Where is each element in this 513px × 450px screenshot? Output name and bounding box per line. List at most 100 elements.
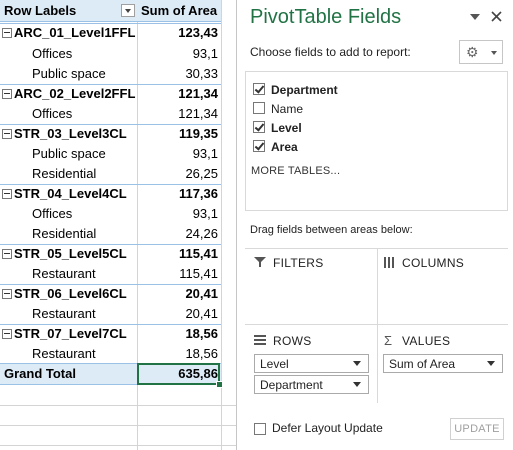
rows-icon: [254, 335, 266, 345]
sum-of-area-header[interactable]: Sum of Area: [141, 0, 217, 22]
group-label: ARC_02_Level2FFL: [14, 86, 136, 101]
item-label: Offices: [32, 206, 73, 221]
row-gridline: [0, 405, 236, 406]
pivot-item-row[interactable]: Offices 121,34: [0, 104, 221, 124]
group-total[interactable]: 20,41: [137, 285, 218, 305]
pivot-item-row[interactable]: Offices 93,1: [0, 204, 221, 224]
group-total[interactable]: 18,56: [137, 325, 218, 345]
pivot-item-row[interactable]: Restaurant 20,41: [0, 304, 221, 324]
chevron-down-icon: [491, 51, 497, 55]
item-label: Offices: [32, 46, 73, 61]
collapse-minus-icon[interactable]: [2, 128, 12, 139]
item-value[interactable]: 26,25: [137, 164, 218, 184]
pivot-item-row[interactable]: Residential 24,26: [0, 224, 221, 244]
group-total[interactable]: 119,35: [137, 125, 218, 145]
grand-total-label: Grand Total: [4, 366, 76, 381]
field-checkbox[interactable]: [253, 140, 265, 152]
grand-total-row[interactable]: Grand Total 635,86: [0, 363, 223, 388]
item-label: Offices: [32, 106, 73, 121]
item-value[interactable]: 93,1: [137, 144, 218, 164]
item-label: Restaurant: [32, 266, 96, 281]
pivot-item-row[interactable]: Public space 30,33: [0, 64, 221, 84]
columns-icon: [384, 257, 394, 268]
pivot-group-row[interactable]: ARC_02_Level2FFL 121,34: [0, 84, 221, 104]
row-labels-filter-dropdown-icon[interactable]: [121, 4, 135, 17]
chevron-down-icon[interactable]: [487, 361, 495, 366]
pane-options-chevron-icon[interactable]: [470, 14, 480, 22]
more-tables-link[interactable]: MORE TABLES...: [251, 165, 340, 177]
collapse-minus-icon[interactable]: [2, 248, 12, 259]
field-checkbox[interactable]: [253, 102, 265, 114]
collapse-minus-icon[interactable]: [2, 288, 12, 299]
defer-layout-checkbox[interactable]: [254, 423, 266, 435]
defer-layout-label: Defer Layout Update: [272, 421, 383, 435]
choose-fields-label: Choose fields to add to report:: [250, 45, 411, 59]
group-label: STR_07_Level7CL: [14, 326, 127, 341]
filters-area-label: FILTERS: [273, 256, 324, 270]
pivot-group-row[interactable]: STR_03_Level3CL 119,35: [0, 124, 221, 144]
pill-label: Sum of Area: [389, 357, 456, 371]
pivot-header-row: Row Labels Sum of Area: [0, 0, 221, 22]
field-label: Department: [271, 83, 338, 97]
fill-handle[interactable]: [216, 381, 223, 388]
field-label: Name: [271, 102, 304, 116]
collapse-minus-icon[interactable]: [2, 27, 12, 38]
values-area-label: VALUES: [402, 334, 451, 348]
columns-drop-zone[interactable]: [378, 272, 508, 324]
group-label: STR_03_Level3CL: [14, 126, 127, 141]
item-label: Residential: [32, 226, 97, 241]
sigma-icon: Σ: [384, 333, 393, 348]
item-label: Public space: [32, 146, 106, 161]
rows-field-department[interactable]: Department: [254, 375, 369, 394]
field-label: Area: [271, 140, 298, 154]
item-value[interactable]: 93,1: [137, 204, 218, 224]
columns-area-label: COLUMNS: [402, 256, 465, 270]
item-value[interactable]: 20,41: [137, 304, 218, 324]
tools-button[interactable]: ⚙: [459, 40, 503, 64]
pivot-table-sheet: Row Labels Sum of Area ARC_01_Level1FFL …: [0, 0, 236, 450]
group-total[interactable]: 117,36: [137, 185, 218, 205]
item-value[interactable]: 93,1: [137, 44, 218, 64]
row-gridline: [0, 425, 236, 426]
rows-field-level[interactable]: Level: [254, 354, 369, 373]
filters-drop-zone[interactable]: [245, 272, 377, 324]
pill-label: Department: [260, 378, 323, 392]
pivot-item-row[interactable]: Restaurant 115,41: [0, 264, 221, 284]
field-checkbox[interactable]: [253, 121, 265, 133]
item-value[interactable]: 18,56: [137, 344, 218, 364]
group-total[interactable]: 123,43: [137, 24, 218, 44]
update-button[interactable]: UPDATE: [450, 418, 504, 440]
pivot-group-row[interactable]: STR_07_Level7CL 18,56: [0, 324, 221, 344]
field-list: Department Name Level Area MORE TABLES..…: [245, 71, 508, 211]
group-label: ARC_01_Level1FFL: [14, 25, 136, 40]
pivot-item-row[interactable]: Public space 93,1: [0, 144, 221, 164]
active-cell-selection: [137, 363, 220, 385]
pivot-item-row[interactable]: Offices 93,1: [0, 44, 221, 64]
item-label: Public space: [32, 66, 106, 81]
pivot-item-row[interactable]: Restaurant 18,56: [0, 344, 221, 364]
chevron-down-icon[interactable]: [353, 361, 361, 366]
collapse-minus-icon[interactable]: [2, 188, 12, 199]
pane-title: PivotTable Fields: [250, 6, 402, 28]
item-value[interactable]: 115,41: [137, 264, 218, 284]
pivot-group-row[interactable]: STR_04_Level4CL 117,36: [0, 184, 221, 204]
group-total[interactable]: 115,41: [137, 245, 218, 265]
pivot-group-row[interactable]: ARC_01_Level1FFL 123,43: [0, 23, 221, 43]
row-labels-header[interactable]: Row Labels: [4, 0, 76, 22]
rows-area-label: ROWS: [273, 334, 312, 348]
pivot-group-row[interactable]: STR_05_Level5CL 115,41: [0, 244, 221, 264]
pivot-item-row[interactable]: Residential 26,25: [0, 164, 221, 184]
collapse-minus-icon[interactable]: [2, 328, 12, 339]
close-icon[interactable]: [491, 11, 502, 22]
field-label: Level: [271, 121, 302, 135]
item-value[interactable]: 121,34: [137, 104, 218, 124]
item-value[interactable]: 30,33: [137, 64, 218, 84]
item-value[interactable]: 24,26: [137, 224, 218, 244]
field-checkbox[interactable]: [253, 83, 265, 95]
pivot-group-row[interactable]: STR_06_Level6CL 20,41: [0, 284, 221, 304]
values-field-sum-of-area[interactable]: Sum of Area: [383, 354, 503, 373]
item-label: Restaurant: [32, 346, 96, 361]
chevron-down-icon[interactable]: [353, 382, 361, 387]
collapse-minus-icon[interactable]: [2, 88, 12, 99]
group-total[interactable]: 121,34: [137, 85, 218, 105]
